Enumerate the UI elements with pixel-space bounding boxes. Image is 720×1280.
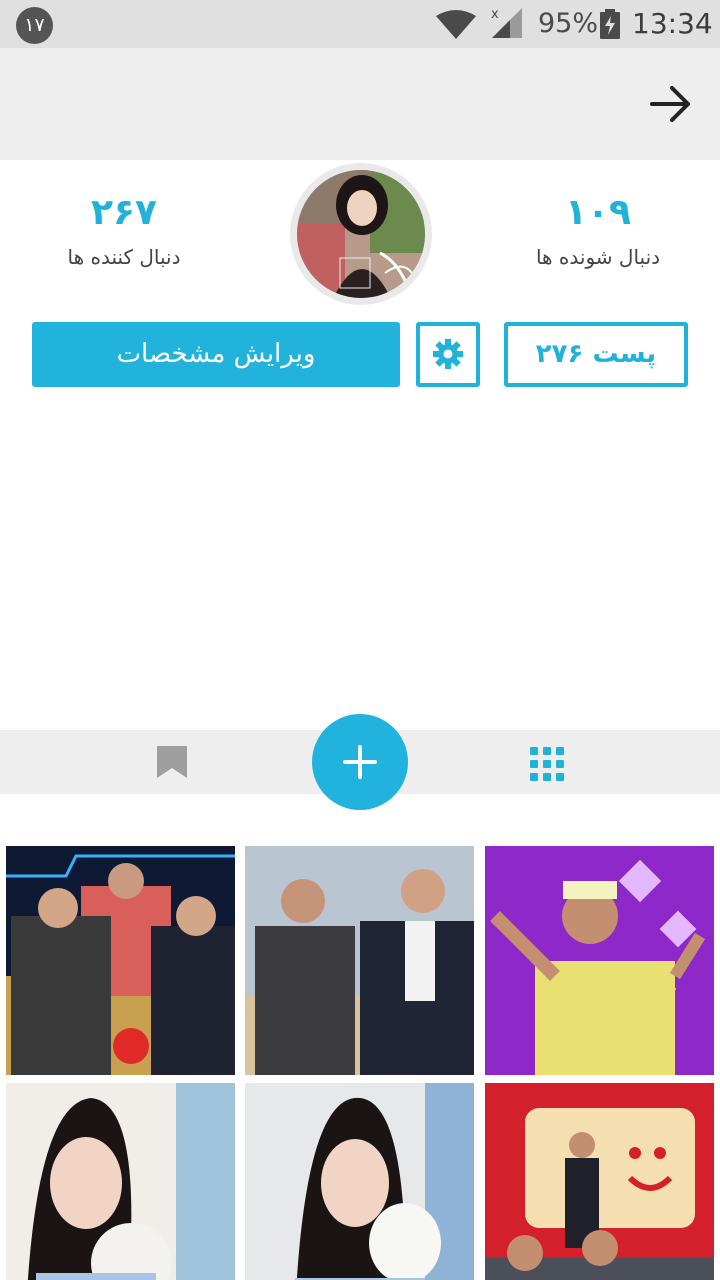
post-thumbnail[interactable]	[245, 1083, 474, 1280]
app-bar	[0, 48, 720, 160]
wifi-icon	[436, 10, 476, 39]
clock: 13:34	[632, 7, 713, 40]
following-stat[interactable]: ۱۰۹ دنبال شونده ها	[498, 192, 698, 269]
add-post-button[interactable]	[312, 714, 408, 810]
avatar[interactable]	[290, 163, 432, 305]
notification-badge: ۱۷	[16, 7, 53, 44]
signal-icon: x	[491, 7, 522, 38]
followers-count: ۲۶۷	[91, 192, 157, 233]
following-count: ۱۰۹	[565, 192, 631, 233]
posts-count-button[interactable]: ۲۷۶ پست	[504, 322, 688, 387]
following-label: دنبال شونده ها	[535, 245, 661, 269]
battery-charging-icon	[600, 9, 620, 39]
post-thumbnail[interactable]	[6, 846, 235, 1075]
bookmark-icon[interactable]	[157, 746, 187, 778]
battery-percent: 95%	[538, 8, 599, 39]
followers-label: دنبال کننده ها	[67, 245, 181, 269]
followers-stat[interactable]: ۲۶۷ دنبال کننده ها	[24, 192, 224, 269]
settings-button[interactable]	[416, 322, 480, 387]
post-thumbnail[interactable]	[485, 846, 714, 1075]
post-thumbnail[interactable]	[6, 1083, 235, 1280]
grid-icon[interactable]	[530, 747, 564, 781]
gear-icon	[433, 339, 463, 369]
post-thumbnail[interactable]	[485, 1083, 714, 1280]
svg-text:x: x	[491, 7, 499, 22]
arrow-right-icon[interactable]	[648, 84, 694, 124]
status-bar: ۱۷ x 95% 13:34	[0, 0, 720, 48]
post-thumbnail[interactable]	[245, 846, 474, 1075]
edit-profile-button[interactable]: ویرایش مشخصات	[32, 322, 400, 387]
plus-icon	[343, 745, 377, 779]
